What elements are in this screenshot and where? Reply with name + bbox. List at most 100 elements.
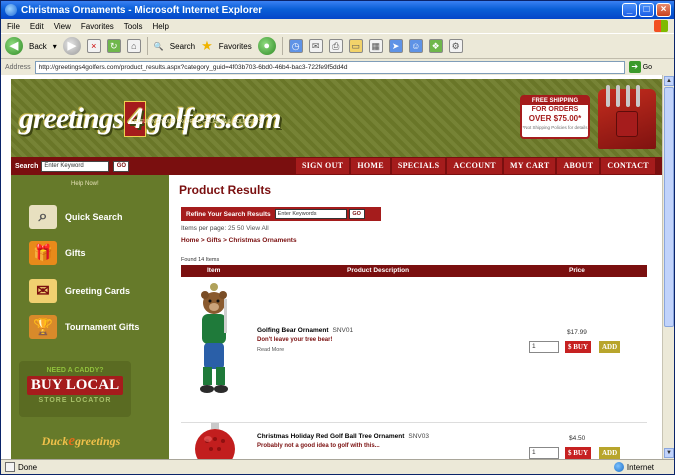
- bear-ornament-image[interactable]: [191, 281, 237, 399]
- envelope-icon: ✉: [29, 279, 57, 303]
- table-row: Golfing Bear Ornament SNV01 Don't leave y…: [181, 279, 647, 423]
- product-name[interactable]: Golfing Bear Ornament SNV01: [257, 327, 353, 334]
- sidebar-item-label: Greeting Cards: [65, 286, 131, 296]
- media-icon[interactable]: ●: [257, 37, 276, 55]
- nav-search-go-button[interactable]: GO: [113, 160, 130, 172]
- vertical-scrollbar[interactable]: ▲ ▼: [662, 75, 674, 459]
- read-more-link[interactable]: Read More: [257, 347, 284, 353]
- history-icon[interactable]: ◷: [288, 39, 303, 53]
- menu-help[interactable]: Help: [152, 22, 168, 31]
- page-icon: [5, 462, 15, 472]
- close-icon[interactable]: ×: [656, 3, 671, 17]
- mail-icon[interactable]: ✉: [308, 39, 323, 53]
- duck-left: Duck: [41, 434, 69, 448]
- buy-local-need: NEED A CADDY?: [46, 367, 104, 374]
- sidebar: Help Now! ⌕ Quick Search 🎁 Gifts ✉ Greet…: [11, 175, 169, 459]
- search-icon[interactable]: 🔍: [154, 42, 164, 51]
- home-icon[interactable]: ⌂: [126, 39, 141, 53]
- folder-icon[interactable]: ▭: [348, 39, 363, 53]
- sidebar-item-gifts[interactable]: 🎁 Gifts: [29, 241, 86, 265]
- buy-button[interactable]: $ BUY: [565, 341, 592, 353]
- scroll-up-icon[interactable]: ▲: [664, 76, 674, 86]
- nav-home[interactable]: HOME: [351, 158, 390, 174]
- product-sku: SNV03: [408, 433, 429, 440]
- main-content: Product Results Refine Your Search Resul…: [179, 175, 651, 459]
- back-dropdown-icon[interactable]: ▾: [53, 42, 57, 51]
- address-go-button[interactable]: ➔ Go: [628, 61, 653, 73]
- menu-view[interactable]: View: [54, 22, 71, 31]
- duck-greetings-banner[interactable]: Duckegreetings: [21, 433, 141, 459]
- buy-local-store: STORE LOCATOR: [38, 397, 112, 404]
- tools-icon[interactable]: ⚙: [448, 39, 463, 53]
- club-icon: [626, 85, 630, 107]
- window-controls: _ □ ×: [622, 3, 671, 17]
- research-icon[interactable]: ❖: [428, 39, 443, 53]
- menu-edit[interactable]: Edit: [30, 22, 44, 31]
- refine-search-input[interactable]: Enter Keywords: [274, 209, 347, 219]
- stop-icon[interactable]: ×: [86, 39, 101, 53]
- sidebar-item-label: Tournament Gifts: [65, 322, 140, 332]
- search-button[interactable]: Search: [170, 42, 195, 51]
- nav-about[interactable]: ABOUT: [557, 158, 600, 174]
- back-label[interactable]: Back: [29, 42, 47, 51]
- free-shipping-promo[interactable]: FREE SHIPPING FOR ORDERS OVER $75.00* *N…: [520, 95, 590, 139]
- buy-local-banner[interactable]: NEED A CADDY? BUY LOCAL STORE LOCATOR: [19, 361, 131, 417]
- go-arrow-icon: ➔: [628, 61, 641, 73]
- window-title: Christmas Ornaments - Microsoft Internet…: [21, 4, 263, 16]
- sidebar-help[interactable]: Help Now!: [71, 181, 99, 187]
- scroll-thumb[interactable]: [664, 87, 674, 327]
- messenger-icon[interactable]: ☺: [408, 39, 423, 53]
- duck-right: greetings: [75, 434, 121, 448]
- toolbar-separator: [281, 37, 283, 55]
- maximize-icon[interactable]: □: [639, 3, 654, 17]
- address-input[interactable]: http://greetings4golfers.com/product_res…: [34, 60, 625, 74]
- back-arrow-icon[interactable]: ◀: [5, 37, 23, 55]
- minimize-icon[interactable]: _: [622, 3, 637, 17]
- buy-button[interactable]: $ BUY: [565, 447, 592, 459]
- print-icon[interactable]: ⎙: [328, 39, 343, 53]
- perpage-50[interactable]: 50: [237, 225, 244, 232]
- product-name[interactable]: Christmas Holiday Red Golf Ball Tree Orn…: [257, 433, 429, 440]
- promo-line-3: OVER $75.00*: [528, 114, 582, 123]
- quantity-input[interactable]: 1: [529, 447, 559, 459]
- arrow-icon[interactable]: ➤: [388, 39, 403, 53]
- nav-my-cart[interactable]: MY CART: [503, 158, 556, 174]
- sidebar-item-quick-search[interactable]: ⌕ Quick Search: [29, 205, 123, 229]
- perpage-view-all[interactable]: View All: [246, 225, 269, 232]
- zone-text: Internet: [626, 462, 654, 472]
- favorites-button[interactable]: Favorites: [219, 42, 252, 51]
- found-count: Found 14 Items: [181, 257, 220, 263]
- ie-icon: [5, 4, 17, 16]
- buy-local-title: BUY LOCAL: [27, 376, 123, 395]
- magnifier-icon: ⌕: [29, 205, 57, 229]
- col-item: Item: [207, 267, 221, 274]
- menu-favorites[interactable]: Favorites: [81, 22, 114, 31]
- promo-line-4: *Not Shipping Policies for details: [522, 125, 588, 130]
- nav-search-input[interactable]: Enter Keyword: [41, 160, 110, 172]
- scroll-down-icon[interactable]: ▼: [664, 448, 674, 458]
- sidebar-item-tournament-gifts[interactable]: 🏆 Tournament Gifts: [29, 315, 139, 339]
- nav-sign-out[interactable]: SIGN OUT: [296, 158, 350, 174]
- add-button[interactable]: ADD: [599, 341, 621, 353]
- refresh-icon[interactable]: ↻: [106, 39, 121, 53]
- sidebar-item-greeting-cards[interactable]: ✉ Greeting Cards: [29, 279, 130, 303]
- red-golf-ball-ornament-image[interactable]: [191, 423, 239, 459]
- site-header: greetings 4 golfers.com FEATURING YOUR F…: [11, 79, 662, 157]
- add-button[interactable]: ADD: [599, 447, 621, 459]
- grid-icon[interactable]: ▦: [368, 39, 383, 53]
- perpage-25[interactable]: 25: [228, 225, 235, 232]
- nav-specials[interactable]: SPECIALS: [391, 158, 446, 174]
- refine-go-button[interactable]: GO: [348, 209, 365, 219]
- quantity-input[interactable]: 1: [529, 341, 559, 353]
- menu-file[interactable]: File: [7, 22, 20, 31]
- sidebar-item-label: Quick Search: [65, 212, 123, 222]
- refine-bar: Refine Your Search Results Enter Keyword…: [181, 207, 381, 221]
- forward-arrow-icon[interactable]: ▶: [62, 37, 81, 55]
- breadcrumb[interactable]: Home > Gifts > Christmas Ornaments: [181, 237, 297, 244]
- address-go-label: Go: [642, 63, 653, 71]
- nav-account[interactable]: ACCOUNT: [447, 158, 502, 174]
- sidebar-item-label: Gifts: [65, 248, 86, 258]
- menu-tools[interactable]: Tools: [124, 22, 143, 31]
- favorites-star-icon[interactable]: ★: [201, 38, 213, 54]
- nav-contact[interactable]: CONTACT: [601, 158, 655, 174]
